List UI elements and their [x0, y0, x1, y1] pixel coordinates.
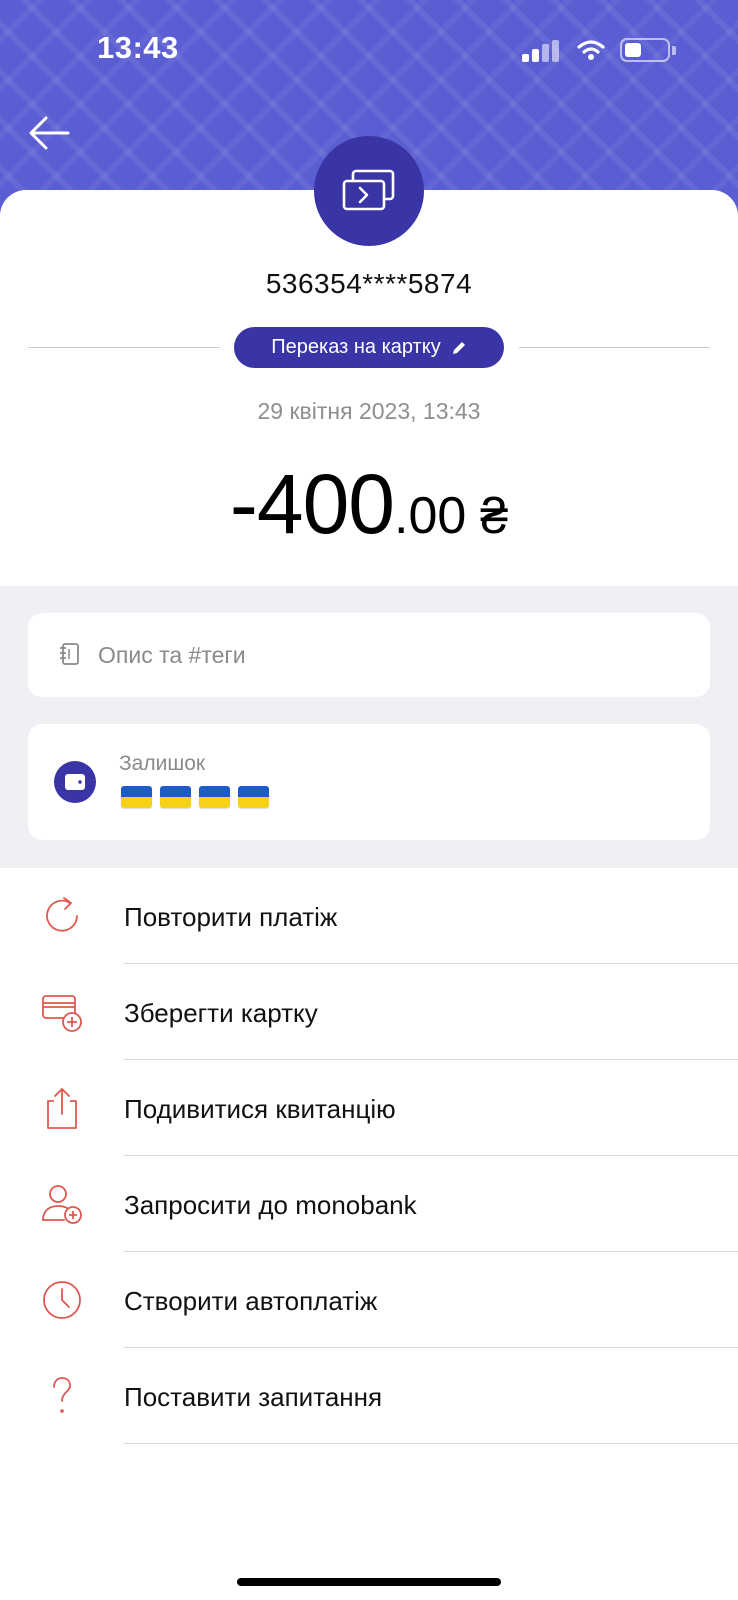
category-button[interactable]: Переказ на картку	[234, 327, 504, 368]
description-input[interactable]: Опис та #теги	[28, 613, 710, 697]
amount-integer: -400	[229, 457, 395, 551]
separator	[124, 1443, 738, 1444]
pencil-icon	[452, 341, 465, 354]
battery-tip	[672, 46, 676, 55]
note-icon	[60, 643, 79, 665]
currency-symbol: ₴	[480, 488, 509, 544]
invite-button[interactable]: Запросити до monobank	[0, 1156, 738, 1252]
share-icon	[47, 1088, 77, 1129]
add-user-icon	[42, 1185, 82, 1224]
action-label: Повторити платіж	[124, 902, 338, 932]
divider-right	[519, 347, 710, 348]
wifi-icon	[577, 40, 605, 60]
action-label: Запросити до monobank	[124, 1190, 417, 1220]
ask-question-button[interactable]: Поставити запитання	[0, 1348, 738, 1444]
create-autopayment-button[interactable]: Створити автоплатіж	[0, 1252, 738, 1348]
action-label: Подивитися квитанцію	[124, 1094, 396, 1124]
back-button[interactable]	[26, 110, 72, 156]
amount-decimal: .00	[394, 487, 467, 545]
ukraine-flag-icon: 🇺🇦	[121, 786, 152, 808]
status-bar-time: 13:43	[97, 30, 179, 65]
clock-icon	[43, 1281, 81, 1319]
repeat-payment-button[interactable]: Повторити платіж	[0, 868, 738, 964]
battery-icon	[620, 38, 670, 62]
balance-label: Залишок	[119, 752, 206, 775]
save-card-icon	[42, 995, 82, 1032]
home-indicator	[237, 1578, 501, 1586]
transfer-avatar	[314, 136, 424, 246]
card-number: 536354****5874	[265, 268, 473, 299]
ukraine-flag-icon: 🇺🇦	[160, 786, 191, 808]
action-label: Створити автоплатіж	[124, 1286, 378, 1316]
ukraine-flag-icon: 🇺🇦	[238, 786, 269, 808]
signal-icon	[522, 40, 562, 62]
transaction-amount: -400.00 ₴	[0, 456, 738, 553]
ukraine-flag-icon: 🇺🇦	[199, 786, 230, 808]
repeat-icon	[46, 897, 78, 932]
category-label: Переказ на картку	[271, 336, 441, 358]
transfer-icon	[342, 169, 395, 211]
wallet-icon	[54, 761, 96, 803]
divider-left	[28, 347, 220, 348]
save-card-button[interactable]: Зберегти картку	[0, 964, 738, 1060]
balance-card: Залишок 🇺🇦 🇺🇦 🇺🇦 🇺🇦	[28, 724, 710, 840]
balance-value: 🇺🇦 🇺🇦 🇺🇦 🇺🇦	[121, 786, 269, 808]
action-label: Зберегти картку	[124, 998, 318, 1028]
view-receipt-button[interactable]: Подивитися квитанцію	[0, 1060, 738, 1156]
action-label: Поставити запитання	[124, 1382, 383, 1412]
question-icon	[53, 1377, 71, 1413]
transaction-date: 29 квітня 2023, 13:43	[257, 398, 481, 424]
description-placeholder: Опис та #теги	[98, 641, 246, 668]
